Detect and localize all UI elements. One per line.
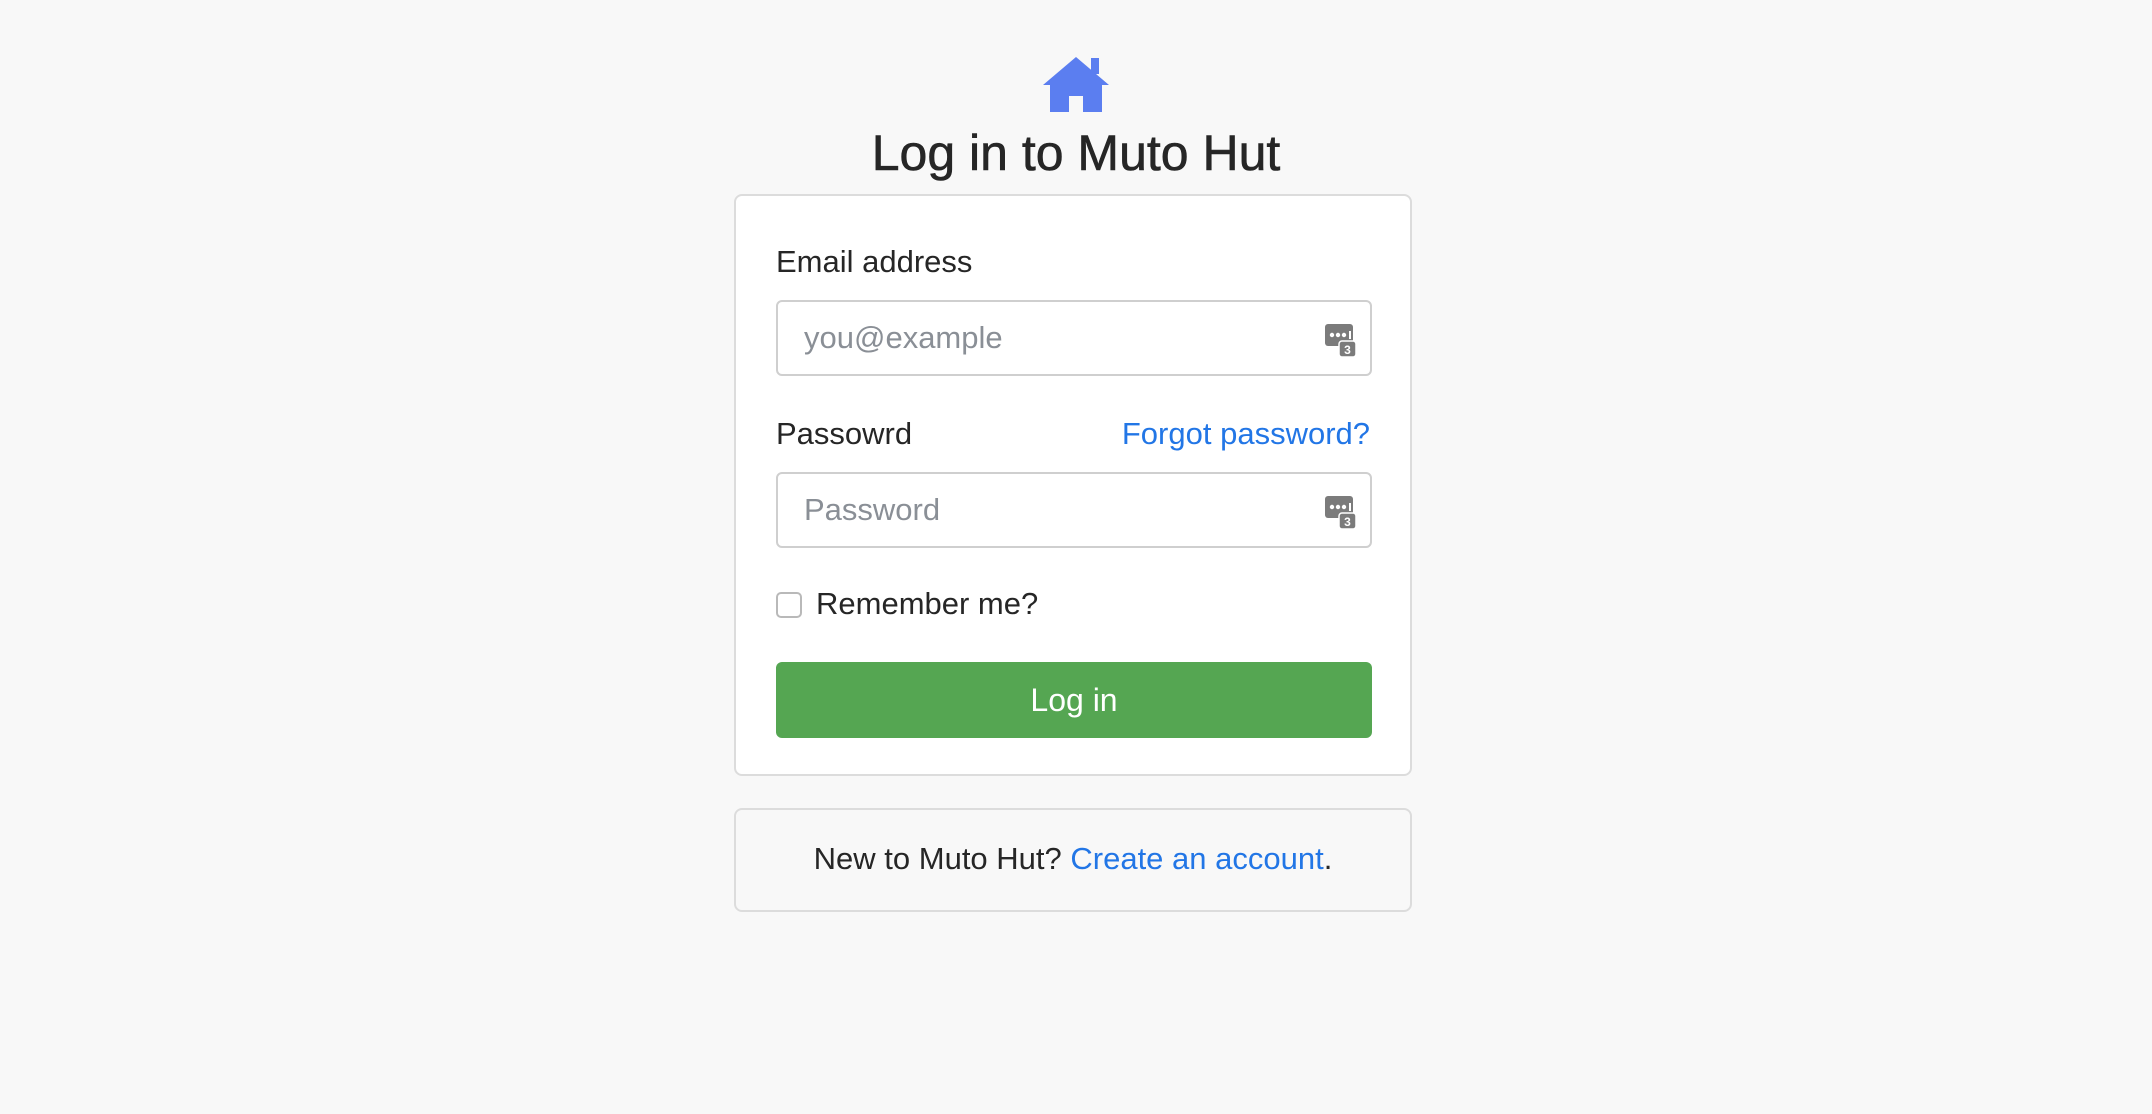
- password-label: Passowrd: [776, 416, 913, 451]
- signup-prompt-text: New to Muto Hut?: [813, 841, 1071, 876]
- email-label: Email address: [776, 244, 973, 279]
- password-manager-icon[interactable]: 3: [1324, 494, 1356, 530]
- password-field-wrapper: 3: [776, 472, 1372, 548]
- password-manager-icon[interactable]: 3: [1324, 322, 1356, 358]
- login-button[interactable]: Log in: [776, 662, 1372, 738]
- forgot-password-link[interactable]: Forgot password?: [1122, 416, 1370, 452]
- autofill-badge: 3: [1344, 343, 1351, 357]
- remember-me-label[interactable]: Remember me?: [816, 586, 1038, 622]
- create-account-link[interactable]: Create an account: [1070, 841, 1323, 876]
- page-title: Log in to Muto Hut: [871, 125, 1281, 181]
- email-field-wrapper: 3: [776, 300, 1372, 376]
- autofill-badge: 3: [1344, 515, 1351, 529]
- email-field[interactable]: [778, 302, 1370, 374]
- signup-prompt: New to Muto Hut? Create an account.: [734, 808, 1412, 912]
- signup-prompt-suffix: .: [1323, 841, 1333, 876]
- house-icon: [1043, 57, 1109, 112]
- remember-me-checkbox[interactable]: [776, 592, 802, 618]
- page-header: Log in to Muto Hut: [0, 54, 2152, 181]
- login-page: Log in to Muto Hut Email address 3 Passo…: [0, 0, 2152, 1114]
- password-field[interactable]: [778, 474, 1370, 546]
- login-form: Email address 3 Passowrd Forgot password…: [734, 194, 1412, 776]
